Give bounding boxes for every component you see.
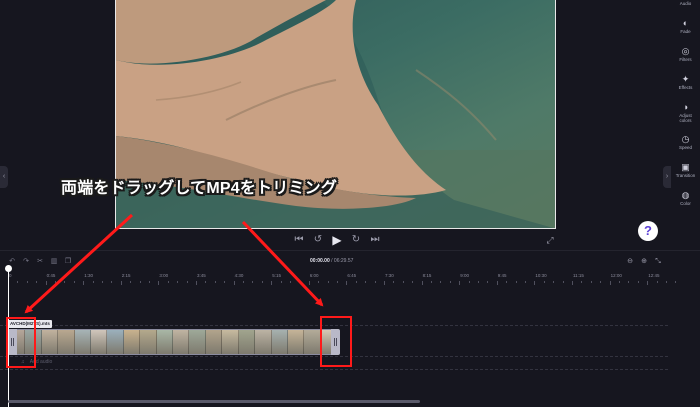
editor-root: ‹ › ⏮ ↺ ▶ ↻ ⏭ ⤢ ? Audio ◐ Fade ◎ Filters… <box>0 0 700 407</box>
annotation-arrows <box>24 213 324 314</box>
annotation-caption: 両端をドラッグしてMP4をトリミング <box>61 180 338 197</box>
arrow-to-right-handle <box>241 220 324 307</box>
arrow-to-left-handle <box>24 213 134 314</box>
